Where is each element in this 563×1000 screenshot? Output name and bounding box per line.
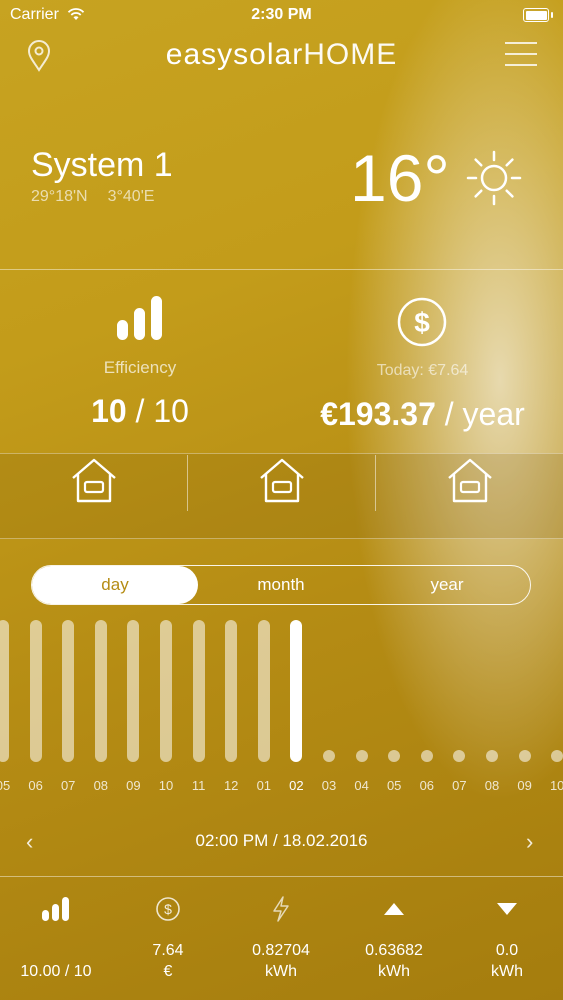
chart-tick-label: 03 <box>321 778 337 793</box>
efficiency-value: 10 / 10 <box>40 393 240 430</box>
summary-up-value: 0.63682 <box>365 942 423 959</box>
summary-energy-value: 0.82704 <box>252 942 310 959</box>
chart-bar[interactable] <box>192 620 205 762</box>
chart-bar[interactable] <box>0 620 9 762</box>
next-date-button[interactable]: › <box>526 829 533 855</box>
system-coordinates: 29°18'N 3°40'E <box>31 188 174 206</box>
hourly-production-chart: 05 06 07 08 09 10 11 12 01 02 03 04 05 06 07 08 09 10 <box>0 612 563 802</box>
chart-bar[interactable] <box>160 620 172 762</box>
dollar-icon: $ <box>397 297 447 347</box>
chart-point[interactable] <box>551 750 563 762</box>
chart-tick-label: 09 <box>126 778 141 793</box>
efficiency-bars-icon <box>42 897 69 921</box>
divider <box>0 269 563 270</box>
efficiency-bars-icon <box>117 296 162 340</box>
summary-energy-unit: kWh <box>265 963 297 980</box>
app-logo: easysolarHOME <box>0 38 563 72</box>
svg-text:$: $ <box>164 901 172 917</box>
latitude: 29°18'N <box>31 188 88 205</box>
segment-month[interactable]: month <box>198 566 364 604</box>
chart-tick-label: 02 <box>289 778 304 793</box>
chart-point[interactable] <box>420 750 433 762</box>
chart-tick-label: 08 <box>93 778 109 793</box>
chart-bar[interactable] <box>29 620 42 762</box>
chart-bar[interactable] <box>62 620 75 762</box>
chart-bar[interactable] <box>257 620 270 762</box>
summary-energy: 0.82704 kWh <box>225 890 337 982</box>
today-earnings: Today: €7.64 <box>376 362 469 379</box>
chart-point[interactable] <box>388 750 401 762</box>
chart-tick-label: 05 <box>0 778 11 793</box>
chart-tick-label: 01 <box>256 778 272 793</box>
chart-tick-label: 07 <box>60 778 76 793</box>
arrow-up-icon <box>384 903 404 915</box>
status-time: 2:30 PM <box>251 6 312 23</box>
chart-bar[interactable] <box>94 620 107 762</box>
summary-money-unit: € <box>163 963 173 980</box>
arrow-down-icon <box>497 903 517 915</box>
dollar-icon: $ <box>156 897 180 921</box>
summary-down-value: 0.0 <box>495 942 519 959</box>
longitude: 3°40'E <box>107 188 155 205</box>
chart-point[interactable] <box>323 750 335 762</box>
summary-upload: 0.63682 kWh <box>338 890 450 982</box>
selected-datetime: 02:00 PM / 18.02.2016 <box>195 831 368 850</box>
chart-tick-label: 09 <box>517 778 532 793</box>
logo-text-easysolar: easysolar <box>165 38 304 71</box>
temperature: 16° <box>350 141 450 215</box>
chart-bar[interactable] <box>290 620 303 762</box>
house-icon-3[interactable] <box>446 456 494 504</box>
efficiency-max: / 10 <box>135 393 189 429</box>
chart-tick-label: 10 <box>549 778 563 793</box>
summary-download: 0.0 kWh <box>451 890 563 982</box>
system-name: System 1 <box>31 146 173 184</box>
yearly-amount: €193.37 <box>320 396 436 432</box>
segment-year[interactable]: year <box>364 566 530 604</box>
chart-bar[interactable] <box>127 620 140 762</box>
summary-efficiency: 10.00 / 10 <box>0 890 112 982</box>
sun-icon <box>466 150 522 206</box>
period-segmented-control: day month year <box>31 565 531 605</box>
yearly-earnings: €193.37 / year <box>300 396 545 433</box>
chart-tick-label: 11 <box>191 778 206 793</box>
summary-money: $ 7.64 € <box>112 890 224 982</box>
chart-point[interactable] <box>486 750 498 762</box>
segment-day[interactable]: day <box>32 566 198 604</box>
menu-icon[interactable] <box>505 42 537 68</box>
summary-down-unit: kWh <box>491 963 523 980</box>
lightning-icon <box>273 896 289 922</box>
chart-tick-label: 04 <box>354 778 369 793</box>
house-icon-1[interactable] <box>70 456 118 504</box>
chart-bar[interactable] <box>225 620 238 762</box>
summary-efficiency-value: 10.00 / 10 <box>20 963 92 980</box>
battery-icon <box>523 8 553 22</box>
chart-tick-label: 12 <box>223 778 239 793</box>
house-separator <box>375 455 376 511</box>
chart-point[interactable] <box>518 750 531 762</box>
summary-up-unit: kWh <box>378 963 410 980</box>
yearly-suffix: / year <box>444 396 525 432</box>
divider <box>0 876 563 877</box>
chart-point[interactable] <box>355 750 368 762</box>
chart-tick-label: 05 <box>386 778 402 793</box>
svg-text:$: $ <box>414 307 430 338</box>
chart-tick-label: 10 <box>158 778 174 793</box>
summary-money-value: 7.64 <box>152 942 184 959</box>
chart-tick-label: 06 <box>419 778 435 793</box>
house-separator <box>187 455 188 511</box>
house-icon-2[interactable] <box>258 456 306 504</box>
chart-tick-label: 06 <box>28 778 43 793</box>
efficiency-score: 10 <box>91 393 127 429</box>
logo-text-home: HOME <box>303 38 398 71</box>
chart-point[interactable] <box>453 750 466 762</box>
chart-tick-label: 08 <box>484 778 500 793</box>
chart-tick-label: 07 <box>452 778 467 793</box>
efficiency-label: Efficiency <box>103 358 177 377</box>
status-bar: Carrier 2:30 PM <box>0 0 563 30</box>
